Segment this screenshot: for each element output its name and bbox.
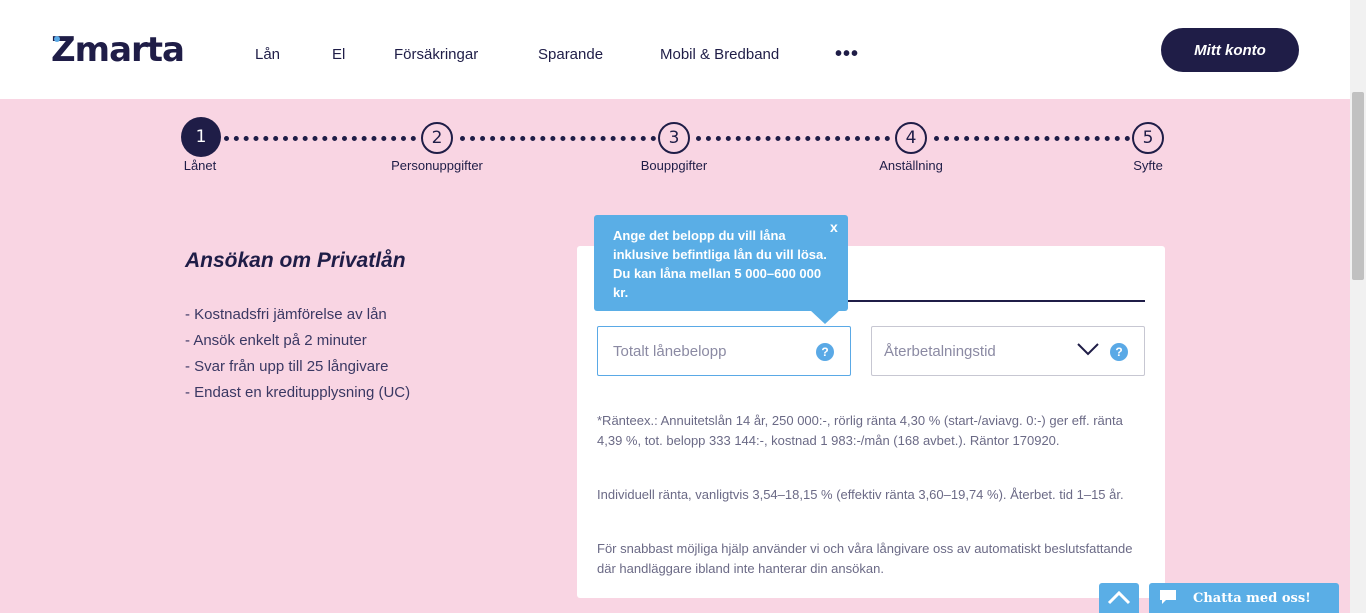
period-help-icon[interactable]: ? — [1110, 343, 1128, 361]
page-title: Ansökan om Privatlån — [185, 249, 406, 272]
step-connector — [224, 136, 416, 141]
step-connector — [460, 136, 656, 141]
step-connector — [696, 136, 890, 141]
amount-help-icon[interactable]: ? — [816, 343, 834, 361]
chevron-up-icon — [1107, 590, 1131, 605]
benefit-item: - Kostnadsfri jämförelse av lån — [185, 306, 387, 323]
step-3-circle: 3 — [658, 122, 690, 154]
nav-item-sparande[interactable]: Sparande — [538, 46, 603, 63]
step-1-label: Lånet — [183, 158, 217, 173]
nav-item-el[interactable]: El — [332, 46, 345, 63]
step-1-circle: 1 — [181, 117, 221, 157]
tooltip-arrow — [810, 310, 840, 324]
repayment-period-select[interactable]: Återbetalningstid — [871, 326, 1145, 376]
nav-item-mobil-bredband[interactable]: Mobil & Bredband — [660, 46, 779, 63]
step-4-circle: 4 — [895, 122, 927, 154]
benefit-item: - Ansök enkelt på 2 minuter — [185, 332, 367, 349]
nav-item-lan[interactable]: Lån — [255, 46, 280, 63]
automated-decision-text: För snabbast möjliga hjälp använder vi o… — [597, 541, 1133, 576]
site-header: Zmarta Lån El Försäkringar Sparande Mobi… — [0, 0, 1350, 99]
step-connector — [934, 136, 1130, 141]
step-5-label: Syfte — [1133, 158, 1163, 173]
more-menu-icon[interactable]: ••• — [835, 44, 859, 64]
step-2-label: Personuppgifter — [391, 158, 483, 173]
step-4-label: Anställning — [879, 158, 943, 173]
step-5-circle: 5 — [1132, 122, 1164, 154]
my-account-button[interactable]: Mitt konto — [1161, 28, 1299, 72]
step-3-label: Bouppgifter — [640, 158, 708, 173]
scrollbar-thumb[interactable] — [1352, 92, 1364, 280]
benefit-item: - Endast en kreditupplysning (UC) — [185, 384, 411, 401]
chevron-down-icon[interactable] — [1076, 340, 1100, 358]
logo-accent-dot — [54, 36, 60, 42]
benefit-item: - Svar från upp till 25 långivare — [185, 358, 389, 375]
tooltip-text: Ange det belopp du vill låna inklusive b… — [613, 228, 827, 300]
chat-button[interactable]: Chatta med oss! — [1149, 583, 1339, 613]
nav-item-forsakringar[interactable]: Försäkringar — [394, 46, 478, 63]
chat-label: Chatta med oss! — [1193, 590, 1311, 606]
repayment-period-placeholder: Återbetalningstid — [884, 342, 996, 360]
zmarta-logo[interactable]: Zmarta — [51, 30, 185, 70]
interest-example-text: *Ränteex.: Annuitetslån 14 år, 250 000:-… — [597, 413, 1123, 448]
chat-bubble-icon — [1160, 590, 1176, 604]
loan-amount-placeholder: Totalt lånebelopp — [613, 342, 727, 360]
step-2-circle: 2 — [421, 122, 453, 154]
interest-range-text: Individuell ränta, vanligtvis 3,54–18,15… — [597, 487, 1124, 502]
tooltip-close-icon[interactable]: x — [830, 219, 838, 235]
amount-tooltip: Ange det belopp du vill låna inklusive b… — [594, 215, 848, 311]
benefits-list: - Kostnadsfri jämförelse av lån - Ansök … — [185, 302, 410, 406]
scroll-to-top-button[interactable] — [1099, 583, 1139, 613]
loan-amount-input[interactable]: Totalt lånebelopp — [597, 326, 851, 376]
